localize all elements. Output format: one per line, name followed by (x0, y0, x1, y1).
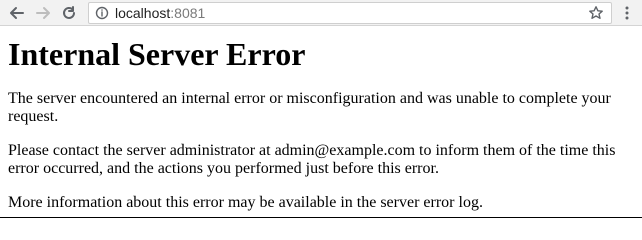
browser-window: localhost:8081 Internal Server Error The… (0, 0, 642, 218)
address-bar[interactable]: localhost:8081 (88, 1, 612, 24)
page-title: Internal Server Error (8, 36, 306, 72)
kebab-menu-icon (625, 6, 629, 19)
page-content: Internal Server Error The server encount… (0, 36, 642, 212)
star-icon (589, 5, 603, 19)
browser-menu-button[interactable] (618, 2, 636, 24)
divider (0, 217, 642, 218)
forward-arrow-icon (36, 6, 50, 19)
back-arrow-icon (10, 6, 24, 19)
forward-button[interactable] (32, 2, 54, 24)
address-host: localhost (115, 4, 171, 21)
error-message-paragraph: The server encountered an internal error… (8, 90, 611, 125)
reload-button[interactable] (58, 2, 80, 24)
bookmark-button[interactable] (587, 4, 605, 22)
browser-toolbar: localhost:8081 (0, 0, 642, 26)
server-log-paragraph: More information about this error may be… (8, 194, 483, 211)
info-icon (95, 6, 109, 19)
reload-icon (63, 5, 75, 19)
contact-admin-paragraph: Please contact the server administrator … (8, 142, 616, 177)
back-button[interactable] (6, 2, 28, 24)
address-port: :8081 (170, 4, 206, 21)
address-url[interactable]: localhost:8081 (115, 6, 205, 20)
